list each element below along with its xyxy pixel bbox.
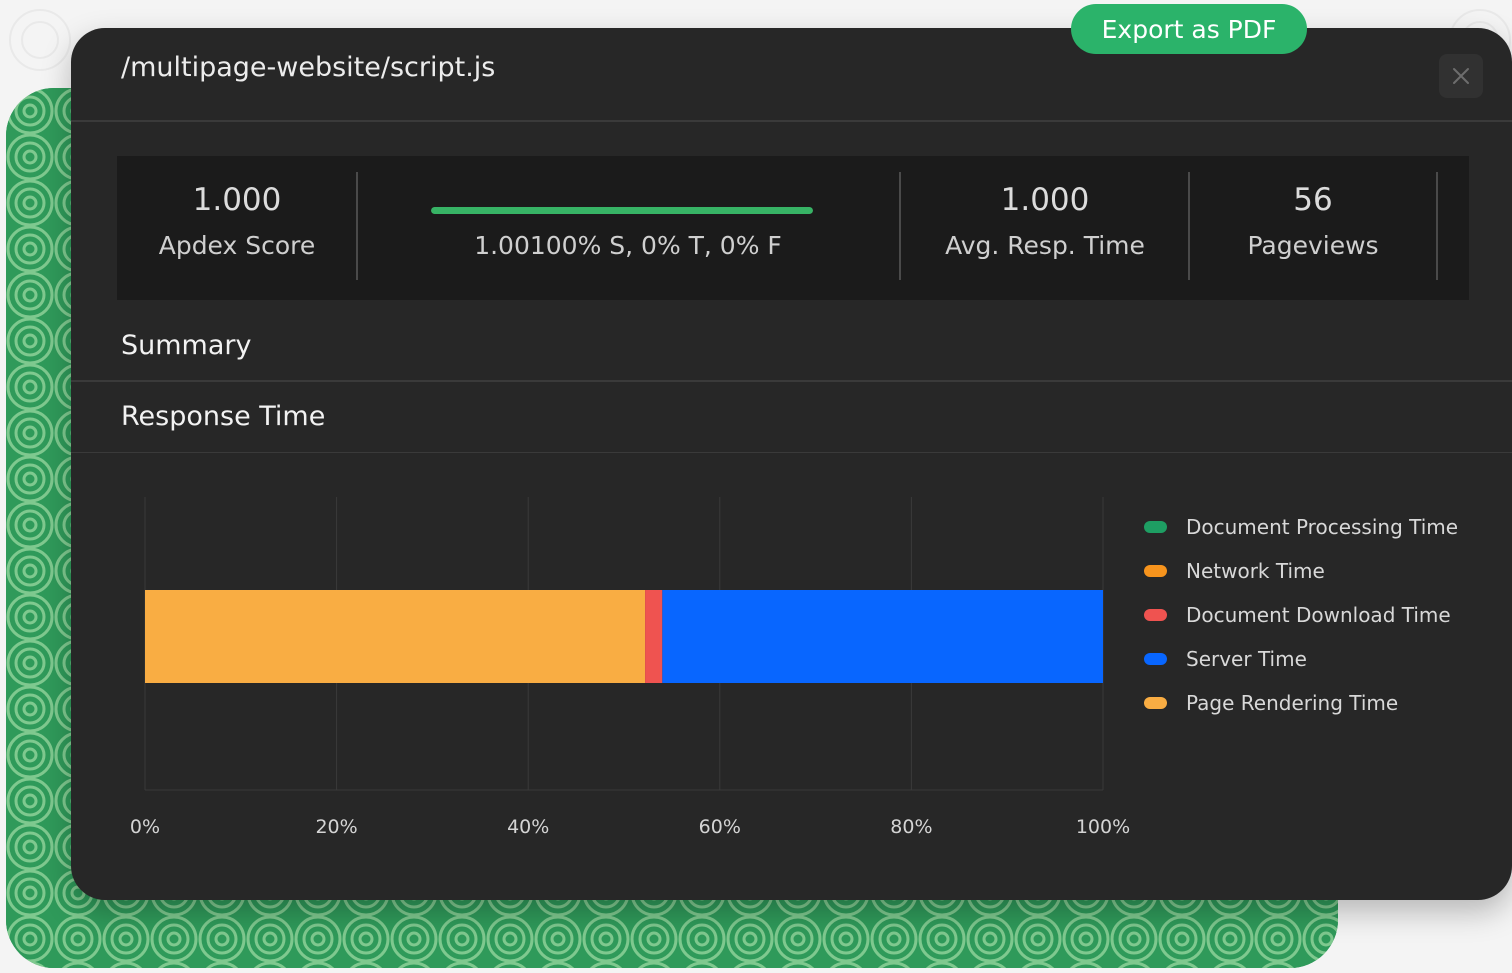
x-tick-label: 100% — [1076, 816, 1130, 838]
legend-label: Server Time — [1186, 647, 1307, 671]
legend-swatch — [1144, 521, 1167, 533]
legend-swatch — [1144, 653, 1167, 665]
close-button[interactable] — [1439, 54, 1483, 98]
legend-label: Network Time — [1186, 559, 1325, 583]
legend-swatch — [1144, 697, 1167, 709]
transaction-detail-panel: /multipage-website/script.js 1.000 Apdex… — [71, 28, 1512, 900]
response-time-chart: 0% 20% 40% 60% 80% 100% — [130, 497, 1130, 838]
legend-label: Page Rendering Time — [1186, 691, 1399, 715]
legend-label: Document Download Time — [1186, 603, 1451, 627]
pageviews-value: 56 — [1293, 182, 1333, 218]
legend-swatch — [1144, 565, 1167, 577]
pageviews-stat: 56 Pageviews — [1190, 156, 1436, 300]
x-tick-label: 0% — [130, 816, 160, 838]
stat-divider — [1436, 172, 1438, 280]
bar-segment-page-rendering-time[interactable] — [145, 590, 646, 683]
bar-segment-server-time[interactable] — [662, 590, 1103, 683]
x-tick-label: 40% — [507, 816, 549, 838]
bar-segment-document-download-time[interactable] — [645, 590, 663, 683]
legend-label: Document Processing Time — [1186, 515, 1459, 539]
legend-swatch — [1144, 609, 1167, 621]
x-tick-label: 80% — [890, 816, 932, 838]
x-tick-label: 60% — [699, 816, 741, 838]
close-icon — [1453, 68, 1469, 84]
x-tick-label: 20% — [315, 816, 357, 838]
export-pdf-button[interactable]: Export as PDF — [1071, 4, 1307, 54]
pageviews-label: Pageviews — [1247, 231, 1379, 260]
